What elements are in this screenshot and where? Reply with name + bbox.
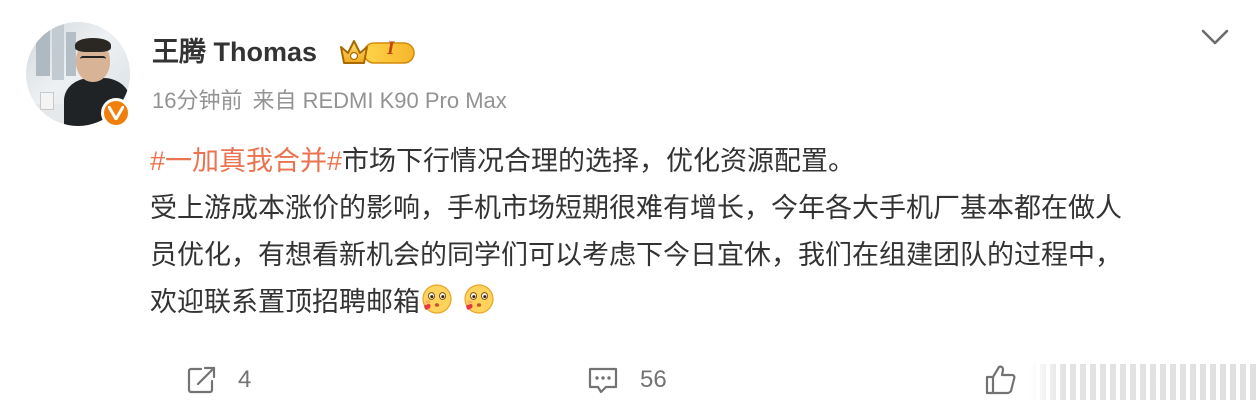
post-line-1: #一加真我合并#市场下行情况合理的选择，优化资源配置。 — [150, 138, 1230, 185]
comment-button[interactable]: 56 — [586, 360, 667, 400]
avatar-mug — [40, 92, 54, 110]
repost-icon — [187, 366, 216, 394]
avatar-background-building — [66, 32, 76, 76]
post-text: 欢迎联系置顶招聘邮箱 — [150, 287, 420, 317]
repost-button[interactable]: 4 — [186, 360, 251, 400]
post-content: #一加真我合并#市场下行情况合理的选择，优化资源配置。 受上游成本涨价的影响，手… — [150, 138, 1230, 326]
vip-level: I — [387, 38, 395, 59]
username[interactable]: 王腾 Thomas — [152, 34, 317, 70]
comment-count: 56 — [640, 366, 667, 393]
comment-icon — [588, 367, 618, 394]
avatar-background-building — [36, 28, 50, 76]
like-icon — [985, 365, 1016, 395]
weibo-post-card: 王腾 Thomas I 16分钟前 来自 REDMI K90 Pro Max #… — [0, 0, 1256, 420]
avatar-background-building — [52, 22, 64, 80]
like-button[interactable] — [984, 360, 1018, 400]
avatar-person-glasses — [80, 56, 106, 65]
kiss-emoji-icon — [464, 284, 494, 314]
post-time[interactable]: 16分钟前 — [152, 88, 242, 113]
post-line-3: 员优化，有想看新机会的同学们可以考虑下今日宜休，我们在组建团队的过程中， — [150, 240, 1122, 270]
truncated-overflow-fade — [1030, 364, 1256, 400]
vip-crown-icon[interactable]: I — [338, 36, 418, 68]
post-meta: 16分钟前 来自 REDMI K90 Pro Max — [152, 86, 507, 116]
post-text: 市场下行情况合理的选择，优化资源配置。 — [342, 146, 856, 176]
chevron-down-icon[interactable] — [1198, 24, 1232, 50]
kiss-emoji-icon — [422, 284, 452, 314]
repost-count: 4 — [238, 366, 252, 393]
post-line-4: 欢迎联系置顶招聘邮箱 — [150, 279, 1230, 326]
post-source: 来自 REDMI K90 Pro Max — [252, 88, 507, 113]
verified-v-icon — [101, 98, 131, 128]
topic-link[interactable]: #一加真我合并# — [150, 146, 342, 176]
avatar-person-hair — [75, 38, 111, 52]
post-line-2: 受上游成本涨价的影响，手机市场短期很难有增长，今年各大手机厂基本都在做人 — [150, 193, 1122, 223]
